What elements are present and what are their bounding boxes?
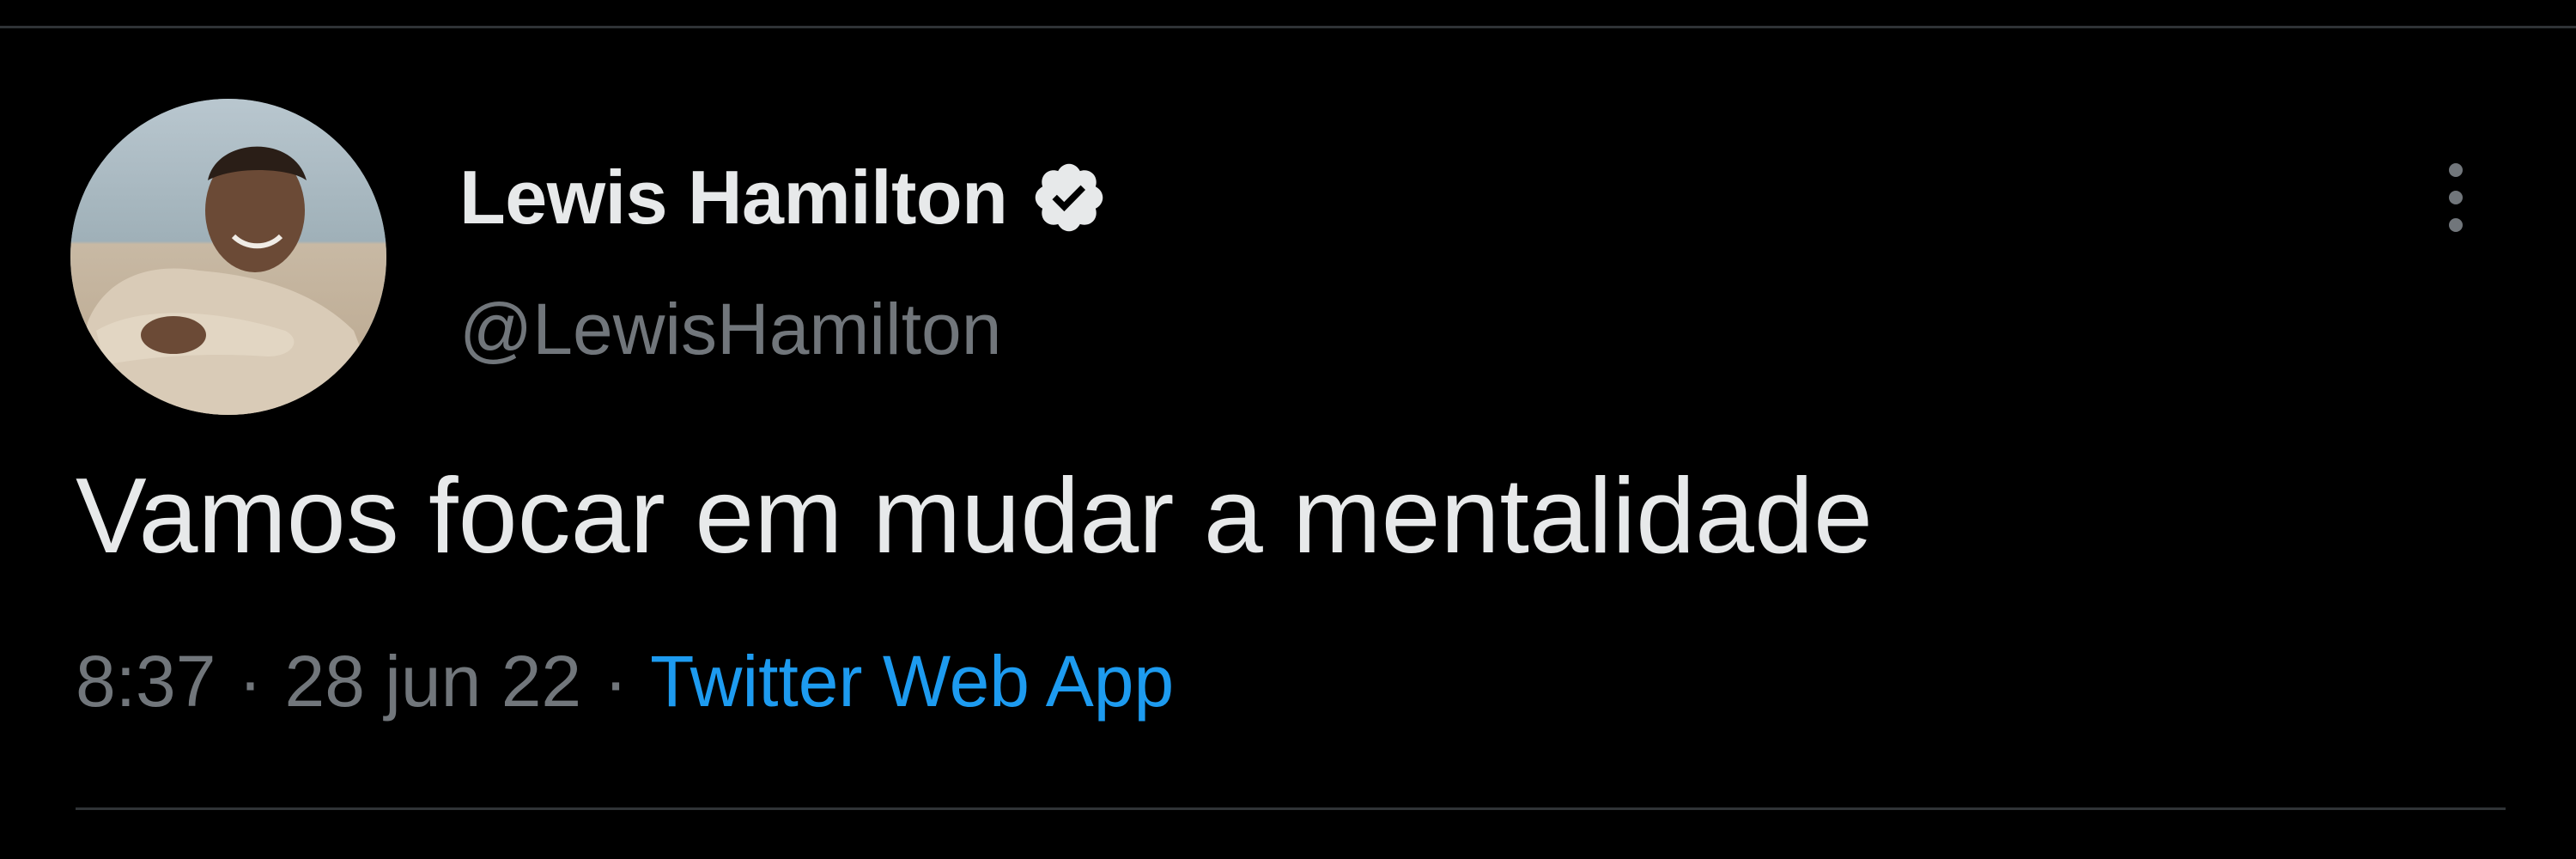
author-display-name[interactable]: Lewis Hamilton bbox=[459, 154, 1008, 241]
meta-separator: · bbox=[604, 641, 629, 722]
avatar[interactable] bbox=[70, 99, 386, 415]
author-handle[interactable]: @LewisHamilton bbox=[459, 288, 1001, 371]
more-vertical-icon[interactable] bbox=[2430, 155, 2482, 241]
tweet-text: Vamos focar em mudar a mentalidade bbox=[76, 457, 1873, 576]
tweet-time[interactable]: 8:37 bbox=[76, 640, 216, 723]
tweet-date[interactable]: 28 jun 22 bbox=[284, 640, 581, 723]
tweet-source-link[interactable]: Twitter Web App bbox=[650, 640, 1174, 723]
author-name-row: Lewis Hamilton bbox=[459, 150, 1109, 245]
tweet-meta: 8:37 · 28 jun 22 · Twitter Web App bbox=[76, 640, 1174, 723]
avatar-photo bbox=[70, 99, 386, 415]
meta-separator: · bbox=[238, 641, 263, 722]
top-divider bbox=[0, 26, 2576, 28]
bottom-divider bbox=[76, 807, 2506, 810]
verified-badge-icon[interactable] bbox=[1030, 158, 1109, 237]
